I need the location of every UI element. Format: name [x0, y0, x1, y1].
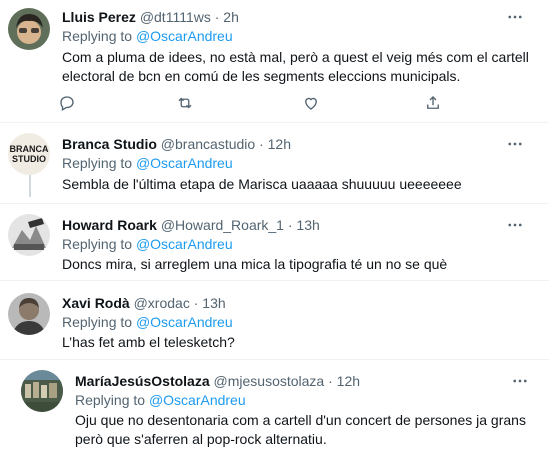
tweet-text: Oju que no desentonaria com a cartell d'…	[75, 412, 526, 447]
share-icon[interactable]	[424, 94, 442, 112]
mention-link[interactable]: @OscarAndreu	[149, 392, 246, 408]
retweet-icon[interactable]	[176, 94, 194, 112]
more-icon[interactable]	[505, 135, 525, 153]
user-handle[interactable]: @mjesusostolaza	[214, 373, 325, 389]
avatar[interactable]: BRANCA STUDIO	[8, 133, 50, 175]
tweet-mariajesus-ostolaza[interactable]: MaríaJesúsOstolaza @mjesusostolaza · 12h…	[0, 360, 549, 473]
tweet-howard-roark[interactable]: Howard Roark @Howard_Roark_1 · 13h Reply…	[0, 204, 549, 280]
tweet-text: Com a pluma de idees, no està mal, però …	[62, 49, 529, 84]
user-handle[interactable]: @xrodac	[134, 295, 190, 311]
display-name[interactable]: Xavi Rodà	[62, 295, 130, 311]
tweet-branca-studio[interactable]: BRANCA STUDIO Branca Studio @brancastudio…	[0, 123, 549, 203]
tweet-text: Sembla de l'última etapa de Marisca uaaa…	[62, 176, 462, 192]
mention-link[interactable]: @OscarAndreu	[136, 314, 233, 330]
replying-to-label: Replying to	[62, 28, 136, 44]
mention-link[interactable]: @OscarAndreu	[136, 28, 233, 44]
more-icon[interactable]	[505, 8, 525, 26]
timestamp[interactable]: 12h	[268, 136, 291, 152]
more-icon[interactable]	[505, 216, 525, 234]
user-handle[interactable]: @dt1111ws	[140, 9, 211, 25]
separator-dot: ·	[259, 136, 264, 152]
display-name[interactable]: MaríaJesúsOstolaza	[75, 373, 210, 389]
avatar-logo-text-top: BRANCA	[10, 144, 49, 154]
separator-dot: ·	[287, 217, 293, 233]
mention-link[interactable]: @OscarAndreu	[136, 236, 233, 252]
replying-to-label: Replying to	[75, 392, 149, 408]
more-icon[interactable]	[510, 372, 530, 390]
replying-to: Replying to @OscarAndreu	[75, 391, 246, 409]
mention-link[interactable]: @OscarAndreu	[136, 155, 233, 171]
display-name[interactable]: Howard Roark	[62, 217, 157, 233]
timestamp[interactable]: 12h	[337, 373, 360, 389]
replying-to-label: Replying to	[62, 236, 136, 252]
user-handle[interactable]: @Howard_Roark_1	[161, 217, 284, 233]
reply-icon[interactable]	[58, 94, 76, 112]
separator-dot: ·	[193, 295, 199, 311]
avatar-logo-text-bottom: STUDIO	[12, 154, 46, 164]
display-name[interactable]: Branca Studio	[62, 136, 157, 152]
replying-to-label: Replying to	[62, 314, 136, 330]
replying-to-label: Replying to	[62, 155, 136, 171]
timestamp[interactable]: 13h	[202, 295, 225, 311]
user-handle[interactable]: @brancastudio	[161, 136, 255, 152]
replying-to: Replying to @OscarAndreu	[62, 27, 233, 45]
separator-dot: ·	[328, 373, 333, 389]
avatar[interactable]	[8, 8, 50, 50]
avatar[interactable]	[21, 370, 63, 412]
timestamp[interactable]: 2h	[223, 9, 239, 25]
replying-to: Replying to @OscarAndreu	[62, 154, 233, 172]
avatar[interactable]	[8, 293, 50, 335]
tweet-xavi-roda[interactable]: Xavi Rodà @xrodac · 13h Replying to @Osc…	[0, 281, 549, 359]
tweet-lluis-perez[interactable]: Lluis Perez @dt1111ws · 2h Replying to @…	[0, 0, 549, 122]
timestamp[interactable]: 13h	[296, 217, 319, 233]
tweet-text: Doncs mira, si arreglem una mica la tipo…	[62, 256, 448, 272]
avatar[interactable]	[8, 214, 50, 256]
tweet-text: L’has fet amb el telesketch?	[62, 334, 235, 350]
replying-to: Replying to @OscarAndreu	[62, 235, 233, 253]
like-icon[interactable]	[302, 94, 320, 112]
display-name[interactable]: Lluis Perez	[62, 9, 136, 25]
thread-line	[29, 175, 31, 197]
replying-to: Replying to @OscarAndreu	[62, 313, 233, 331]
separator-dot: ·	[214, 9, 220, 25]
